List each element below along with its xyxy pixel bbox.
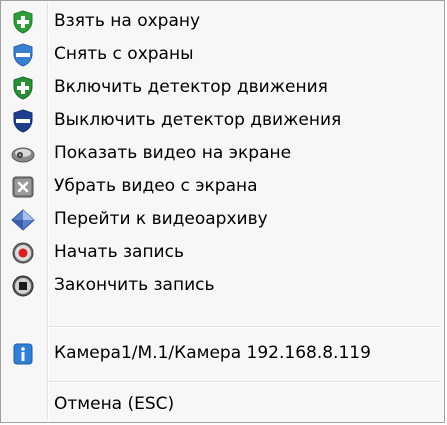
menu-separator [49, 326, 440, 327]
camera-icon [11, 142, 35, 166]
menu-item-stop-recording[interactable]: Закончить запись [4, 269, 441, 302]
menu-item-label: Показать видео на экране [54, 143, 292, 163]
menu-item-label: Снять с охраны [54, 44, 194, 64]
menu-item-label: Выключить детектор движения [54, 110, 342, 130]
menu-item-arm[interactable]: Взять на охрану [4, 5, 441, 38]
shield-navy-minus-icon [11, 109, 35, 133]
menu-item-label: Перейти к видеоархиву [54, 209, 268, 229]
menu-item-show-video[interactable]: Показать видео на экране [4, 137, 441, 170]
context-menu: Взять на охрану Снять с охраны Включить … [0, 0, 445, 423]
menu-item-label: Убрать видео с экрана [54, 176, 258, 196]
menu-item-label: Взять на охрану [54, 11, 201, 31]
menu-item-enable-motion-detector[interactable]: Включить детектор движения [4, 71, 441, 104]
menu-item-start-recording[interactable]: Начать запись [4, 236, 441, 269]
menu-item-disable-motion-detector[interactable]: Выключить детектор движения [4, 104, 441, 137]
menu-item-label: Отмена (ESC) [54, 394, 175, 414]
menu-item-camera-info[interactable]: Камера1/М.1/Камера 192.168.8.119 [4, 337, 441, 370]
menu-item-hide-video[interactable]: Убрать видео с экрана [4, 170, 441, 203]
info-icon [11, 342, 35, 366]
shield-blue-minus-icon [11, 43, 35, 67]
menu-item-label: Включить детектор движения [54, 77, 328, 97]
menu-item-cancel[interactable]: Отмена (ESC) [4, 388, 441, 421]
archive-diamond-icon [11, 208, 35, 232]
menu-separator [49, 381, 440, 382]
menu-item-label: Закончить запись [54, 275, 215, 295]
shield-green-plus-icon [11, 10, 35, 34]
menu-item-go-to-archive[interactable]: Перейти к видеоархиву [4, 203, 441, 236]
record-icon [11, 241, 35, 265]
menu-item-label: Начать запись [54, 242, 184, 262]
close-box-icon [11, 175, 35, 199]
menu-item-disarm[interactable]: Снять с охраны [4, 38, 441, 71]
stop-icon [11, 274, 35, 298]
menu-item-label: Камера1/М.1/Камера 192.168.8.119 [54, 343, 371, 363]
shield-green-plus-icon [11, 76, 35, 100]
